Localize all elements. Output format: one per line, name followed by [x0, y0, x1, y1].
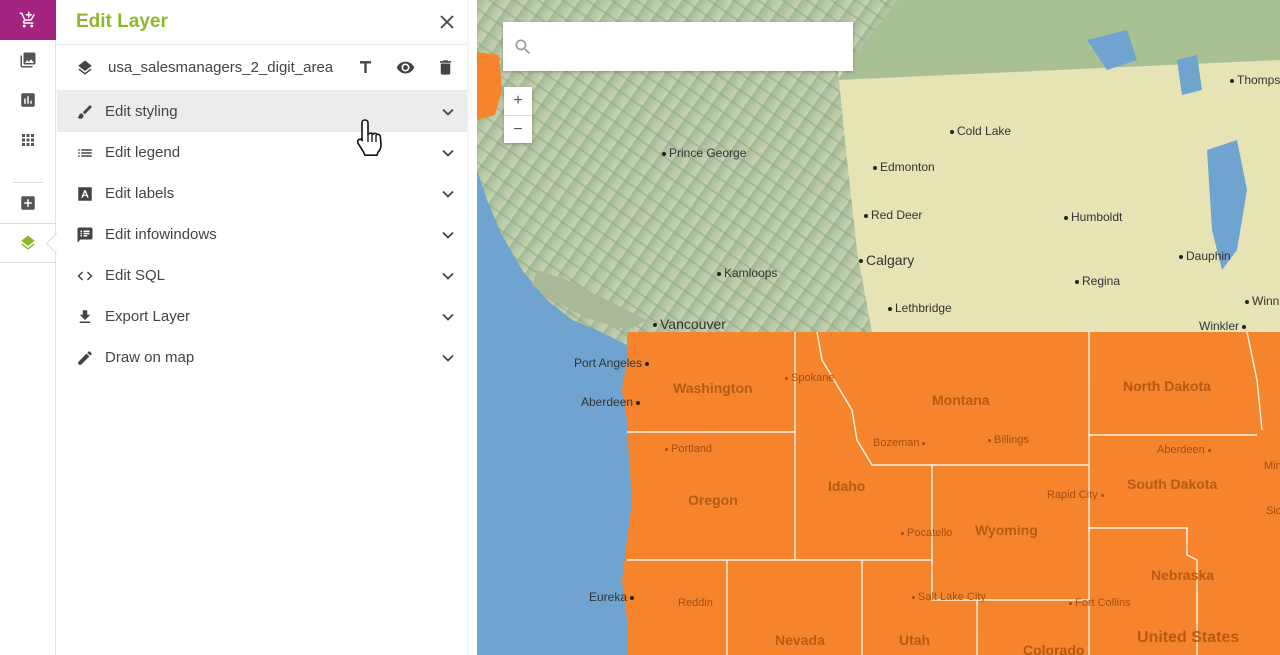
chevron-down-icon	[442, 108, 454, 116]
state-label: Colorado	[1023, 642, 1085, 655]
city-label: Pocatello	[901, 527, 952, 539]
menu-edit-infowindows[interactable]: Edit infowindows	[57, 214, 467, 255]
pencil-icon	[76, 349, 94, 367]
layers-icon	[78, 60, 92, 75]
city-label: Prince George	[662, 146, 746, 160]
menu-edit-legend[interactable]: Edit legend	[57, 132, 467, 173]
state-label: South Dakota	[1127, 476, 1218, 492]
state-label: Oregon	[688, 492, 738, 508]
state-label: Utah	[899, 632, 931, 648]
code-icon	[76, 267, 94, 285]
city-label: Edmonton	[873, 160, 935, 174]
chevron-down-icon	[442, 231, 454, 239]
add-icon[interactable]	[0, 183, 56, 223]
city-label: Aberdeen	[581, 395, 643, 409]
label-icon	[76, 185, 94, 203]
menu-label: Export Layer	[105, 308, 191, 325]
city-label: Calgary	[859, 252, 914, 268]
map-basemap	[477, 0, 1280, 655]
menu-edit-labels[interactable]: Edit labels	[57, 173, 467, 214]
city-label: Cold Lake	[950, 124, 1011, 138]
menu-label: Edit legend	[105, 144, 181, 161]
city-label: Billings	[988, 434, 1029, 446]
chart-icon[interactable]	[0, 80, 56, 120]
city-label: Sio	[1266, 505, 1280, 517]
chevron-down-icon	[442, 149, 454, 157]
city-label: Portland	[665, 443, 712, 455]
city-label: Rapid City	[1047, 489, 1107, 501]
state-label: Idaho	[828, 478, 866, 494]
city-label: Salt Lake City	[912, 591, 986, 603]
eye-icon[interactable]	[396, 58, 415, 77]
city-label: Humboldt	[1064, 210, 1122, 224]
menu-label: Edit SQL	[105, 267, 166, 284]
map-canvas[interactable]: Thomps Cold Lake Prince George Edmonton …	[477, 0, 1280, 655]
city-label: Thomps	[1230, 73, 1280, 87]
download-icon	[76, 308, 94, 326]
city-label: Fort Collins	[1069, 597, 1131, 609]
menu-edit-styling[interactable]: Edit styling	[57, 91, 467, 132]
state-label: Washington	[673, 380, 753, 396]
state-label: Wyoming	[975, 522, 1038, 538]
chevron-down-icon	[442, 354, 454, 362]
cart-icon[interactable]	[0, 0, 56, 40]
apps-icon[interactable]	[0, 120, 56, 160]
panel-title: Edit Layer	[76, 11, 168, 32]
close-icon[interactable]	[437, 12, 457, 32]
search-icon	[515, 39, 531, 54]
state-label: Montana	[932, 392, 990, 408]
city-label: Spokane	[785, 372, 834, 384]
city-label: Red Deer	[864, 208, 922, 222]
layer-row: usa_salesmanagers_2_digit_area	[57, 45, 467, 91]
list-icon	[76, 144, 94, 162]
menu-label: Draw on map	[105, 349, 195, 366]
zoom-control: + −	[504, 87, 532, 143]
city-label: Regina	[1075, 274, 1120, 288]
menu-edit-sql[interactable]: Edit SQL	[57, 255, 467, 296]
left-rail	[0, 0, 56, 655]
layer-name: usa_salesmanagers_2_digit_area	[108, 59, 334, 76]
edit-layer-panel: Edit Layer usa_salesmanagers_2_digit_are…	[57, 0, 467, 655]
trash-icon[interactable]	[436, 58, 455, 77]
panel-header: Edit Layer	[57, 0, 467, 45]
image-icon[interactable]	[0, 40, 56, 80]
hand-cursor-icon	[356, 119, 382, 156]
city-label: Kamloops	[717, 266, 777, 280]
city-label: Lethbridge	[888, 301, 952, 315]
state-label: United States	[1137, 629, 1240, 646]
city-label: Winkler	[1199, 319, 1249, 333]
chevron-down-icon	[442, 190, 454, 198]
zoom-out-button[interactable]: −	[504, 115, 532, 143]
city-label: Bozeman	[873, 437, 928, 449]
zoom-in-button[interactable]: +	[504, 87, 532, 115]
city-label: Aberdeen	[1157, 444, 1214, 456]
infowindow-icon	[76, 226, 94, 244]
menu-label: Edit infowindows	[105, 226, 217, 243]
city-label: Reddin	[678, 597, 713, 609]
chevron-down-icon	[442, 313, 454, 321]
menu-label: Edit labels	[105, 185, 175, 202]
menu-draw-on-map[interactable]: Draw on map	[57, 337, 467, 378]
map-search-box	[503, 22, 853, 71]
city-label: Winn	[1245, 294, 1279, 308]
city-label: Port Angeles	[574, 356, 652, 370]
layers-icon[interactable]	[0, 223, 56, 263]
city-label: Vancouver	[653, 316, 726, 332]
search-input[interactable]	[533, 22, 853, 71]
brush-icon	[76, 103, 94, 121]
menu-label: Edit styling	[105, 103, 178, 120]
state-label: Nevada	[775, 632, 825, 648]
state-label: North Dakota	[1123, 378, 1211, 394]
city-label: Eureka	[589, 590, 637, 604]
state-label: Nebraska	[1151, 567, 1215, 583]
text-icon[interactable]	[356, 58, 375, 77]
city-label: Min	[1264, 460, 1280, 472]
chevron-down-icon	[442, 272, 454, 280]
city-label: Dauphin	[1179, 249, 1231, 263]
menu-export-layer[interactable]: Export Layer	[57, 296, 467, 337]
